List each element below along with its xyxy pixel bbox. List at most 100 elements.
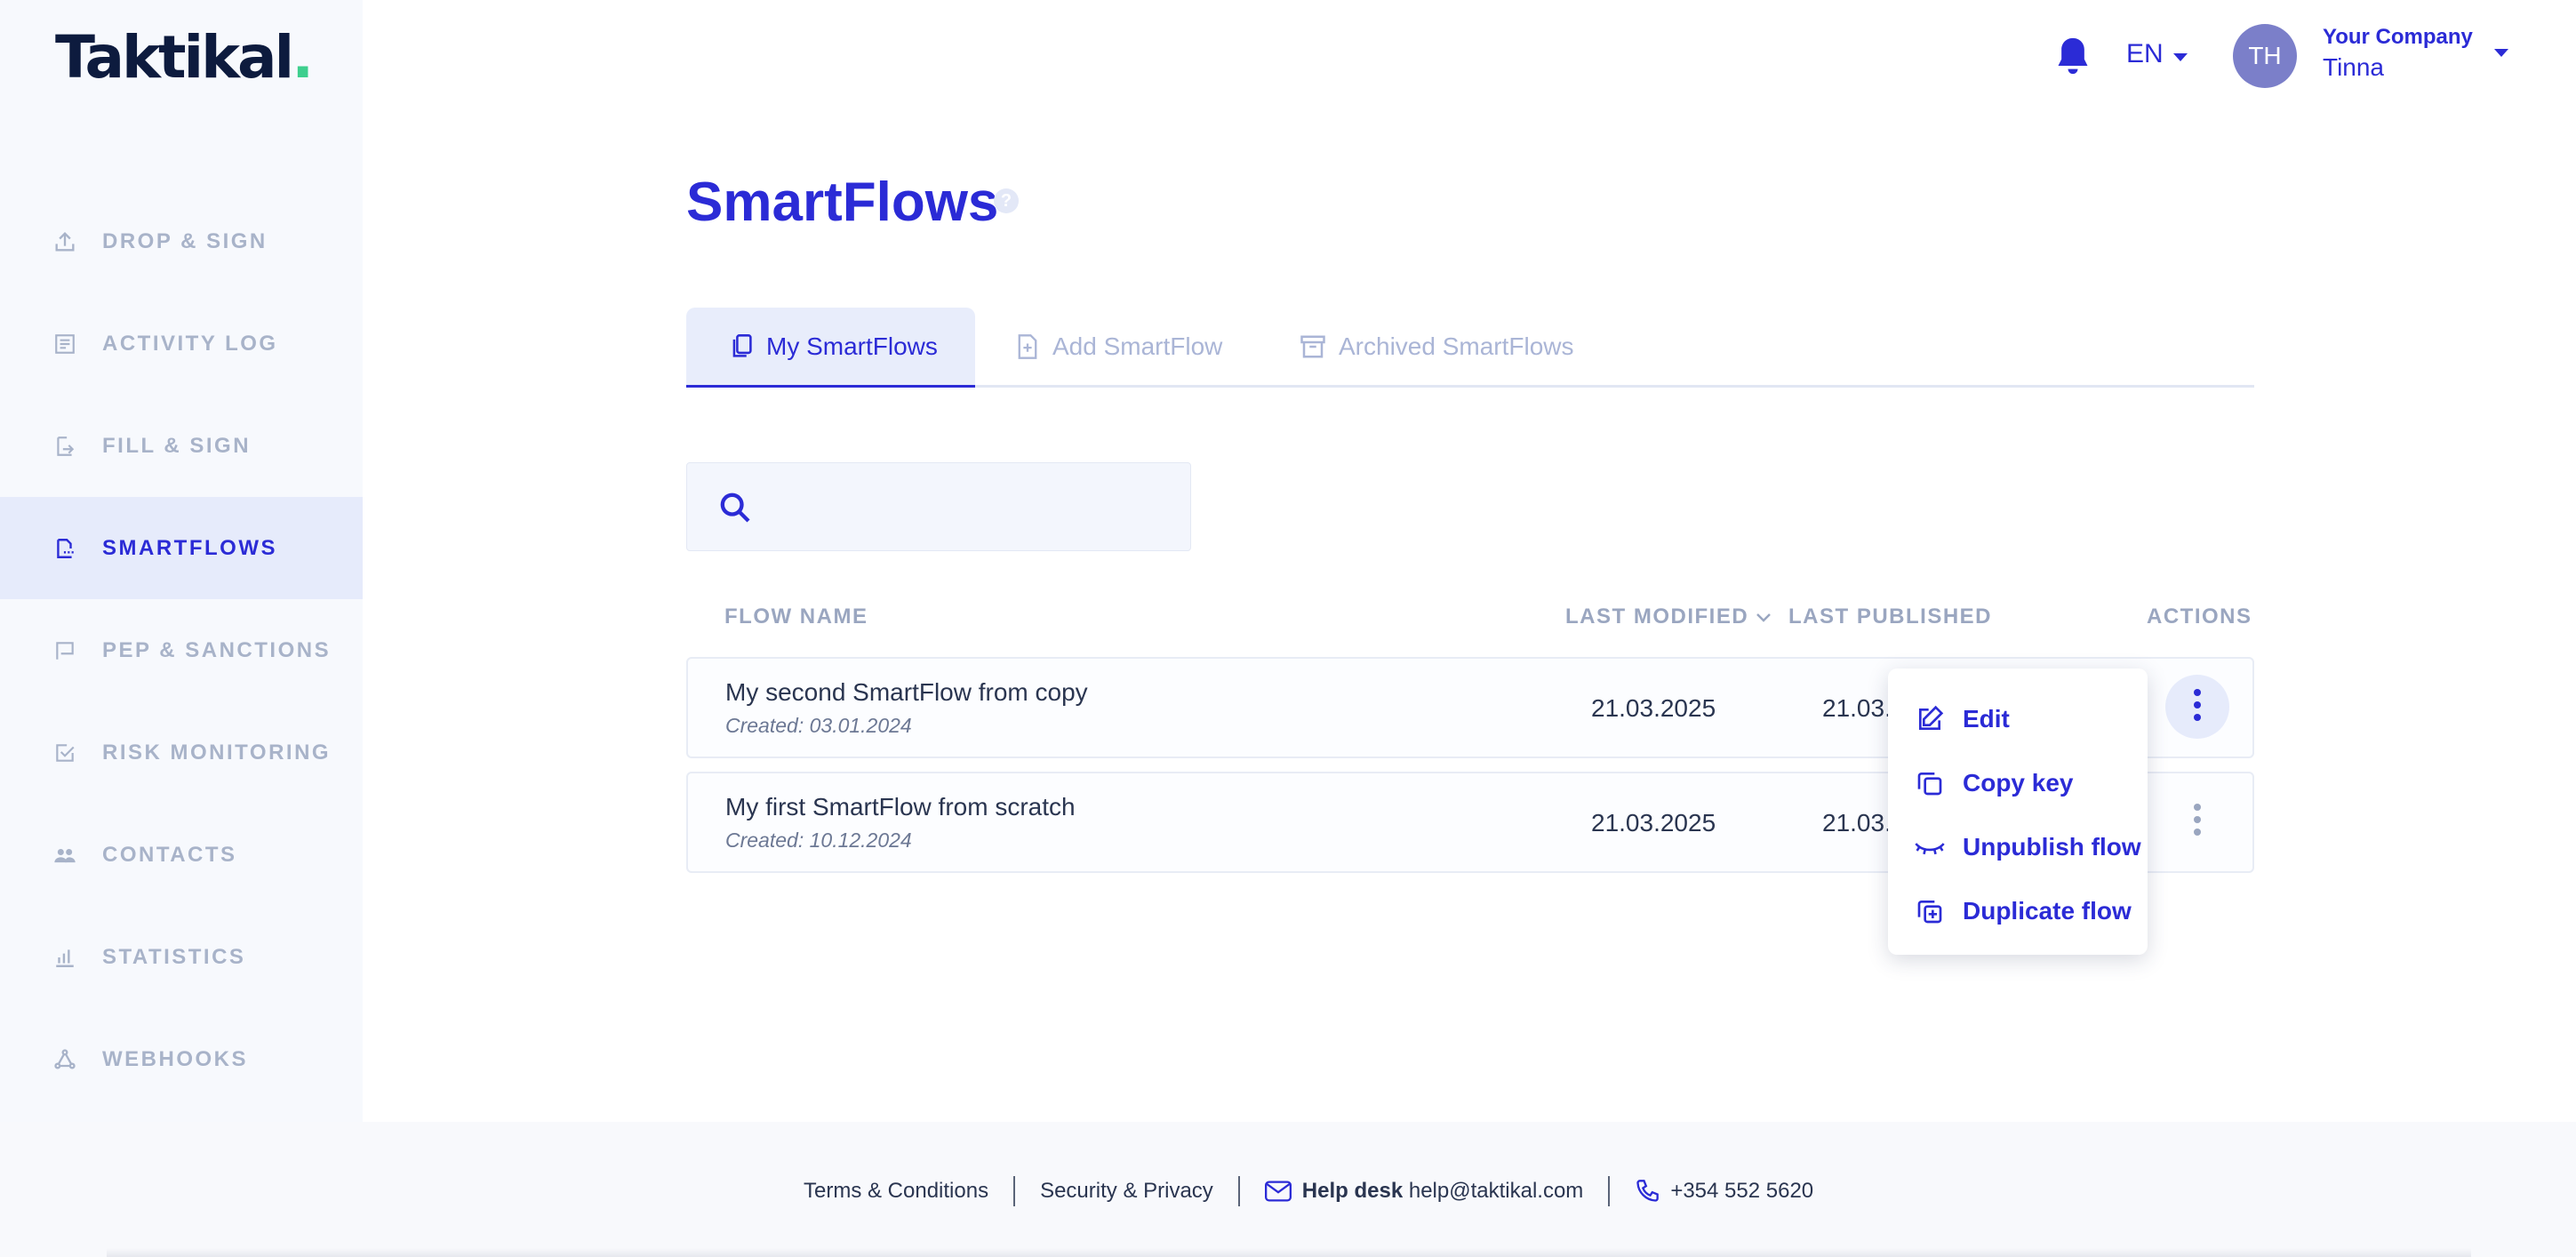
language-selector[interactable]: EN [2126, 39, 2188, 69]
column-header-label: ACTIONS [2147, 604, 2252, 628]
sidebar-item-statistics[interactable]: STATISTICS [0, 906, 363, 1008]
sidebar-item-smartflows[interactable]: SMARTFLOWS [0, 497, 363, 599]
logo-dot: . [292, 23, 314, 92]
copy-icon [1915, 768, 1945, 798]
sidebar-item-fill-sign[interactable]: FILL & SIGN [0, 395, 363, 497]
bell-icon[interactable] [2053, 34, 2092, 78]
flow-name[interactable]: My first SmartFlow from scratch [725, 793, 1076, 821]
security-privacy-link[interactable]: Security & Privacy [1040, 1179, 1213, 1204]
flow-name[interactable]: My second SmartFlow from copy [725, 678, 1088, 707]
avatar[interactable]: TH [2233, 24, 2297, 88]
last-published-value: 21.03. [1822, 809, 1892, 837]
archive-icon [1300, 333, 1326, 360]
kebab-menu-icon [2193, 688, 2202, 726]
menu-item-edit[interactable]: Edit [1915, 699, 2010, 740]
last-modified-value: 21.03.2025 [1591, 694, 1716, 722]
column-header-label: LAST MODIFIED [1565, 604, 1749, 628]
user-name[interactable]: Tinna [2323, 53, 2384, 82]
helpdesk-email-link[interactable]: help@taktikal.com [1409, 1179, 1583, 1204]
logo-text: Taktikal [55, 23, 294, 92]
search-input[interactable] [767, 481, 1171, 536]
more-actions-button[interactable] [2165, 789, 2229, 853]
add-file-icon [1015, 333, 1040, 360]
menu-item-unpublish-flow[interactable]: Unpublish flow [1915, 827, 2141, 868]
column-header-actions: ACTIONS [2147, 604, 2252, 629]
phone-number[interactable]: +354 552 5620 [1670, 1179, 1813, 1204]
footer-divider [1013, 1176, 1016, 1206]
sidebar-item-label: PEP & SANCTIONS [102, 637, 332, 662]
company-name[interactable]: Your Company [2323, 25, 2473, 50]
people-icon [52, 842, 78, 869]
terms-link[interactable]: Terms & Conditions [804, 1179, 988, 1204]
actions-dropdown-menu: Edit Copy key Unpublish flow Duplicate f… [1888, 669, 2148, 955]
column-header-flow-name: FLOW NAME [724, 604, 868, 629]
footer-divider [1608, 1176, 1611, 1206]
sidebar-item-pep-sanctions[interactable]: PEP & SANCTIONS [0, 599, 363, 701]
sidebar-item-label: WEBHOOKS [102, 1046, 248, 1071]
tab-label: Add SmartFlow [1052, 332, 1223, 360]
search-box[interactable] [686, 462, 1191, 551]
checkbox-icon [52, 740, 78, 766]
sidebar-item-webhooks[interactable]: WEBHOOKS [0, 1008, 363, 1110]
sidebar-item-contacts[interactable]: CONTACTS [0, 804, 363, 906]
menu-item-label: Edit [1963, 705, 2010, 733]
tab-archived-smartflows[interactable]: Archived SmartFlows [1300, 308, 1574, 385]
sidebar-item-risk-monitoring[interactable]: RISK MONITORING [0, 701, 363, 804]
sidebar-nav: DROP & SIGN ACTIVITY LOG FILL & SIGN SMA… [0, 190, 363, 1110]
sidebar-item-label: STATISTICS [102, 944, 246, 969]
menu-item-copy-key[interactable]: Copy key [1915, 763, 2074, 804]
sidebar-item-drop-sign[interactable]: DROP & SIGN [0, 190, 363, 292]
phone-icon [1635, 1179, 1660, 1204]
webhook-icon [52, 1046, 78, 1073]
upload-icon [52, 228, 78, 255]
bar-chart-icon [52, 944, 78, 971]
column-header-last-modified[interactable]: LAST MODIFIED [1565, 604, 1772, 629]
fill-sign-icon [52, 433, 78, 460]
sidebar-item-label: RISK MONITORING [102, 740, 332, 765]
bottom-edge-shadow [107, 1248, 2471, 1257]
kebab-menu-icon [2193, 803, 2202, 841]
last-published-value: 21.03. [1822, 694, 1892, 722]
menu-item-label: Duplicate flow [1963, 897, 2132, 925]
smartflow-icon [52, 535, 78, 562]
sidebar: Taktikal. DROP & SIGN ACTIVITY LOG FILL … [0, 0, 363, 1122]
language-label: EN [2126, 39, 2164, 68]
tab-my-smartflows[interactable]: My SmartFlows [686, 308, 975, 388]
eye-closed-icon [1915, 832, 1945, 862]
flow-created-date: Created: 03.01.2024 [725, 714, 912, 737]
edit-icon [1915, 704, 1945, 734]
menu-item-duplicate-flow[interactable]: Duplicate flow [1915, 891, 2132, 932]
column-header-label: FLOW NAME [724, 604, 868, 628]
flow-created-date: Created: 10.12.2024 [725, 829, 912, 852]
sidebar-item-activity-log[interactable]: ACTIVITY LOG [0, 292, 363, 395]
help-icon[interactable]: ? [994, 188, 1019, 213]
sidebar-item-label: CONTACTS [102, 842, 237, 867]
menu-item-label: Unpublish flow [1963, 833, 2141, 861]
footer-divider [1237, 1176, 1240, 1206]
flag-icon [52, 637, 78, 664]
search-icon [717, 490, 753, 530]
documents-icon [729, 333, 754, 360]
sidebar-item-label: DROP & SIGN [102, 228, 268, 253]
more-actions-button[interactable] [2165, 675, 2229, 739]
tab-add-smartflow[interactable]: Add SmartFlow [1015, 308, 1222, 385]
sidebar-item-label: FILL & SIGN [102, 433, 252, 458]
sidebar-item-label: SMARTFLOWS [102, 535, 277, 560]
last-modified-value: 21.03.2025 [1591, 809, 1716, 837]
helpdesk-label: Help desk [1301, 1179, 1404, 1203]
chevron-down-icon [2172, 39, 2188, 69]
tab-bar: My SmartFlows Add SmartFlow Archived Sma… [686, 308, 2254, 388]
menu-item-label: Copy key [1963, 769, 2074, 797]
user-menu-chevron-icon[interactable] [2492, 46, 2510, 62]
column-header-label: LAST PUBLISHED [1788, 604, 1993, 628]
column-header-last-published: LAST PUBLISHED [1788, 604, 1992, 629]
footer-links: Terms & Conditions Security & Privacy He… [804, 1173, 1813, 1209]
duplicate-icon [1915, 896, 1945, 926]
page-title: SmartFlows [686, 172, 999, 233]
tab-label: Archived SmartFlows [1339, 332, 1574, 360]
list-icon [52, 331, 78, 357]
mail-icon [1264, 1181, 1292, 1202]
taktikal-logo[interactable]: Taktikal. [55, 23, 314, 92]
sidebar-item-label: ACTIVITY LOG [102, 331, 278, 356]
sort-chevron-down-icon [1756, 604, 1772, 629]
